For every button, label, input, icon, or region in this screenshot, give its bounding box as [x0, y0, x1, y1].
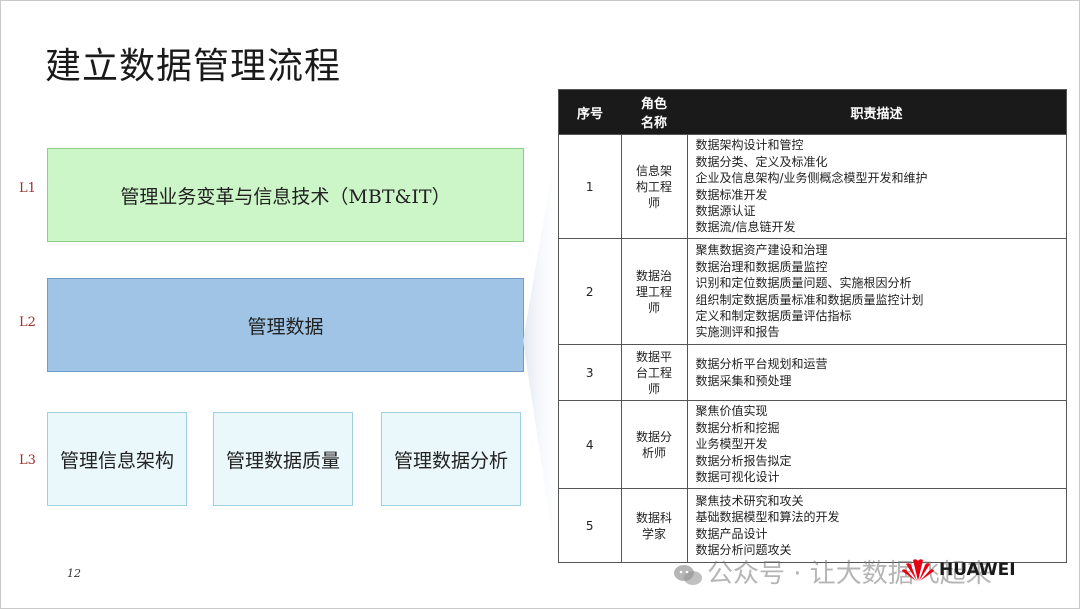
- desc-line: 定义和制定数据质量评估指标: [695, 308, 852, 323]
- row-desc: 数据架构设计和管控 数据分类、定义及标准化 企业及信息架构/业务侧概念模型开发和…: [687, 134, 1066, 239]
- row-role: 信息架 构工程 师: [621, 134, 688, 239]
- desc-line: 数据分析平台规划和运营: [695, 357, 828, 372]
- row-number: 4: [559, 400, 622, 489]
- row-desc: 聚焦价值实现 数据分析和挖掘 业务模型开发 数据分析报告拟定 数据可视化设计: [687, 400, 1066, 489]
- table-row: 5 数据科 学家 聚焦技术研究和攻关 基础数据模型和算法的开发 数据产品设计 数…: [559, 488, 1066, 562]
- desc-line: 企业及信息架构/业务侧概念模型开发和维护: [695, 171, 928, 186]
- row-number: 2: [559, 238, 622, 345]
- desc-line: 数据治理和数据质量监控: [695, 259, 828, 274]
- desc-line: 基础数据模型和算法的开发: [695, 510, 840, 525]
- table-row: 3 数据平 台工程 师 数据分析平台规划和运营 数据采集和预处理: [559, 344, 1066, 401]
- header-desc: 职责描述: [687, 90, 1066, 135]
- row-number: 1: [559, 134, 622, 239]
- slide: 建立数据管理流程 L1 管理业务变革与信息技术（MBT&IT） L2 管理数据 …: [0, 0, 1080, 609]
- desc-line: 识别和定位数据质量问题、实施根因分析: [695, 276, 912, 291]
- row-desc: 数据分析平台规划和运营 数据采集和预处理: [687, 344, 1066, 401]
- row-number: 5: [559, 488, 622, 562]
- desc-line: 数据分类、定义及标准化: [695, 154, 828, 169]
- huawei-petal-icon: [902, 559, 934, 581]
- l1-box: 管理业务变革与信息技术（MBT&IT）: [47, 148, 524, 242]
- desc-line: 聚焦技术研究和攻关: [695, 493, 804, 508]
- desc-line: 数据源认证: [695, 203, 756, 218]
- row-number: 3: [559, 344, 622, 401]
- table-row: 2 数据治 理工程 师 聚焦数据资产建设和治理 数据治理和数据质量监控 识别和定…: [559, 238, 1066, 345]
- l2-box: 管理数据: [47, 278, 524, 372]
- desc-line: 数据标准开发: [695, 187, 768, 202]
- table-row: 1 信息架 构工程 师 数据架构设计和管控 数据分类、定义及标准化 企业及信息架…: [559, 134, 1066, 239]
- huawei-logo: HUAWEI: [901, 557, 1016, 583]
- row-desc: 聚焦数据资产建设和治理 数据治理和数据质量监控 识别和定位数据质量问题、实施根因…: [687, 238, 1066, 345]
- l3-box-info-arch: 管理信息架构: [47, 412, 187, 506]
- desc-line: 聚焦数据资产建设和治理: [695, 243, 828, 258]
- desc-line: 数据可视化设计: [695, 470, 780, 485]
- desc-line: 数据采集和预处理: [695, 373, 792, 388]
- wechat-icon: [674, 564, 702, 585]
- desc-line: 组织制定数据质量标准和数据质量监控计划: [695, 292, 924, 307]
- level-label-l2: L2: [19, 315, 36, 330]
- desc-line: 数据分析报告拟定: [695, 453, 792, 468]
- desc-line: 业务模型开发: [695, 437, 768, 452]
- header-role: 角色 名称: [621, 90, 687, 135]
- desc-line: 聚焦价值实现: [695, 404, 768, 419]
- level-label-l1: L1: [19, 181, 36, 196]
- desc-line: 数据产品设计: [695, 526, 768, 541]
- table-row: 4 数据分 析师 聚焦价值实现 数据分析和挖掘 业务模型开发 数据分析报告拟定 …: [559, 400, 1066, 489]
- desc-line: 实施测评和报告: [695, 325, 780, 340]
- l3-box-data-quality: 管理数据质量: [213, 412, 353, 506]
- page-title: 建立数据管理流程: [45, 46, 342, 87]
- level-label-l3: L3: [19, 453, 36, 468]
- roles-table: 序号 角色 名称 职责描述 1 信息架 构工程 师 数据架构设计和管控 数据分类…: [558, 89, 1067, 563]
- row-role: 数据分 析师: [621, 400, 688, 489]
- desc-line: 数据分析和挖掘: [695, 420, 780, 435]
- row-role: 数据科 学家: [621, 488, 688, 562]
- table-header-row: 序号 角色 名称 职责描述: [559, 90, 1066, 135]
- l3-box-data-analysis: 管理数据分析: [381, 412, 521, 506]
- huawei-logo-text: HUAWEI: [939, 560, 1016, 580]
- row-role: 数据平 台工程 师: [621, 344, 688, 401]
- desc-line: 数据流/信息链开发: [695, 220, 796, 235]
- desc-line: 数据架构设计和管控: [695, 138, 804, 153]
- header-seq: 序号: [559, 90, 621, 135]
- row-role: 数据治 理工程 师: [621, 238, 688, 345]
- page-number: 12: [67, 567, 81, 580]
- row-desc: 聚焦技术研究和攻关 基础数据模型和算法的开发 数据产品设计 数据分析问题攻关: [687, 488, 1066, 562]
